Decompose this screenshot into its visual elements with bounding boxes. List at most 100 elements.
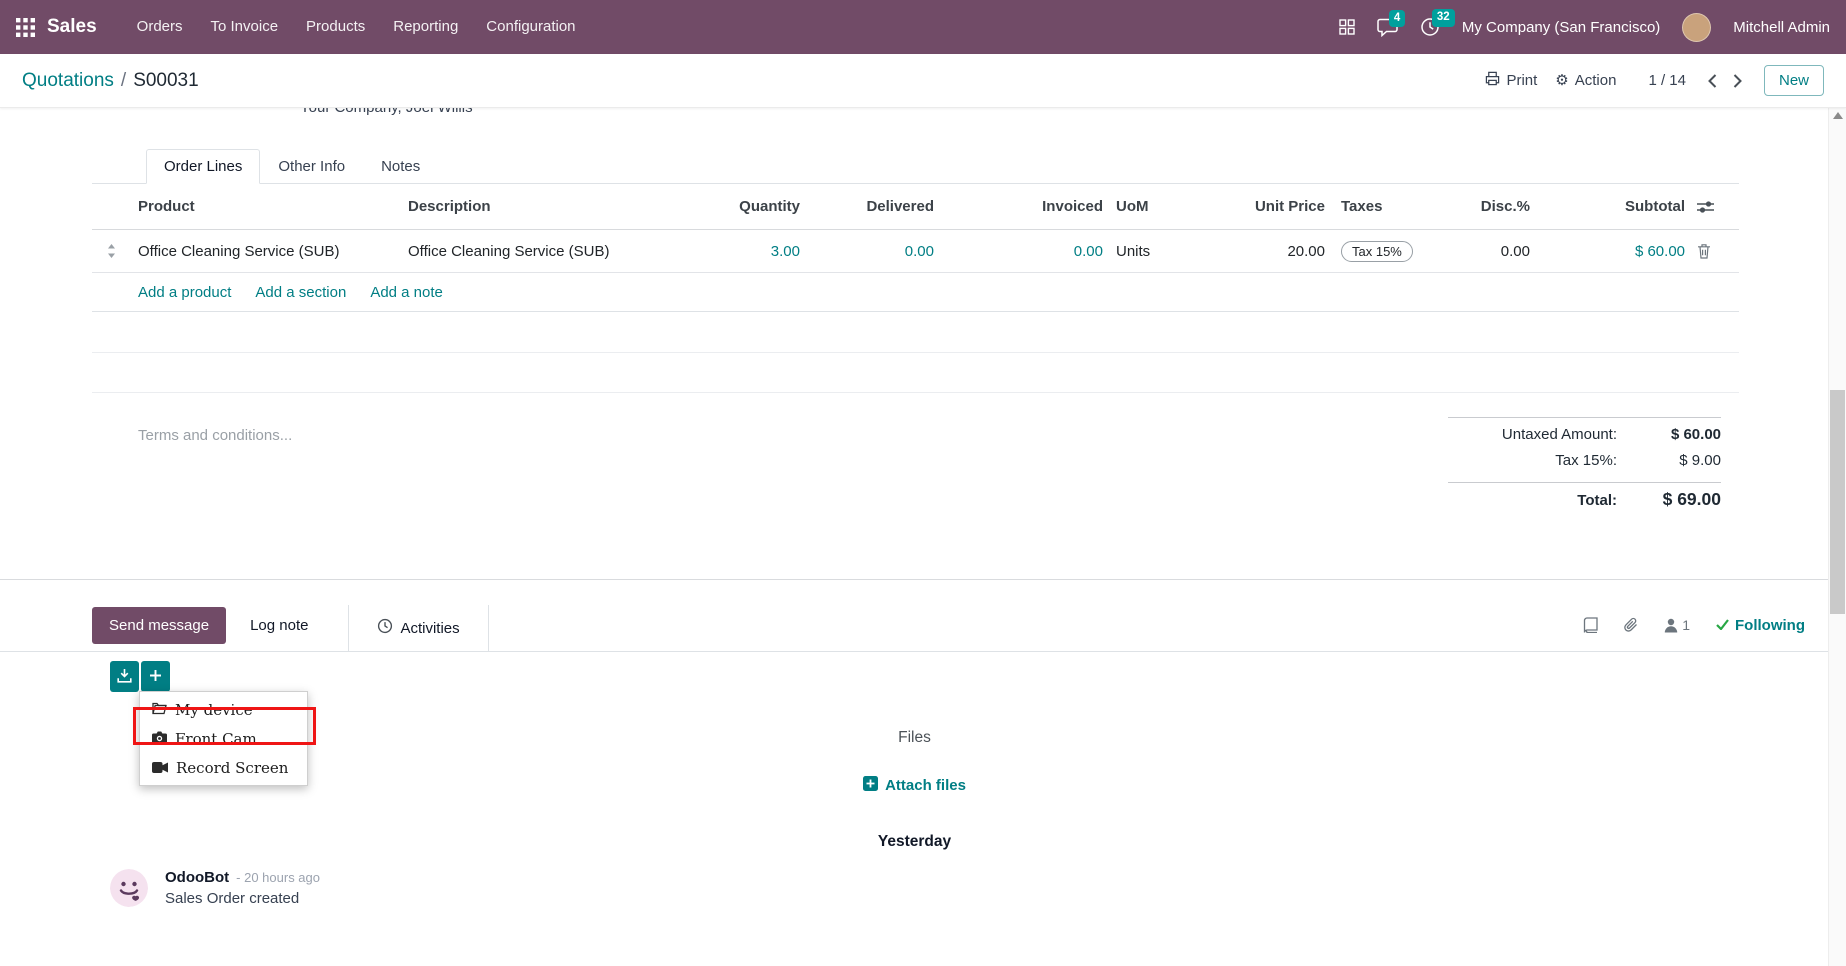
followers-button[interactable]: 1 — [1664, 617, 1690, 633]
new-button[interactable]: New — [1763, 65, 1824, 96]
cell-description[interactable]: Office Cleaning Service (SUB) — [400, 243, 710, 260]
upload-source-menu: My device Front Cam Record Screen — [139, 691, 308, 786]
order-lines-table: Product Description Quantity Delivered I… — [92, 184, 1739, 393]
untaxed-value: $ 60.00 — [1670, 426, 1721, 443]
cell-disc[interactable]: 0.00 — [1435, 243, 1530, 260]
print-button[interactable]: Print — [1485, 71, 1537, 90]
empty-table-row — [92, 353, 1739, 393]
activities-label: Activities — [400, 619, 460, 637]
tab-order-lines[interactable]: Order Lines — [146, 149, 261, 184]
form-content: Your Company, Joel Willis Order Lines Ot… — [0, 108, 1829, 966]
book-icon[interactable] — [1583, 617, 1598, 633]
add-a-section-link[interactable]: Add a section — [255, 284, 346, 301]
cell-subtotal: $ 60.00 — [1634, 242, 1685, 260]
cell-uom[interactable]: Units — [1103, 243, 1200, 260]
menu-orders[interactable]: Orders — [123, 0, 197, 54]
cell-delivered[interactable]: 0.00 — [800, 243, 934, 260]
upload-file-button[interactable] — [110, 661, 139, 692]
navbar-left: Sales Orders To Invoice Products Reporti… — [16, 0, 590, 54]
message-header: OdooBot - 20 hours ago — [165, 869, 320, 886]
tab-notes[interactable]: Notes — [363, 149, 438, 184]
header-taxes: Taxes — [1341, 198, 1383, 215]
untaxed-label: Untaxed Amount: — [1501, 426, 1617, 443]
optional-columns-icon[interactable] — [1685, 200, 1739, 214]
chatter-message: OdooBot - 20 hours ago Sales Order creat… — [110, 869, 1829, 907]
odoo-sales-screen: Sales Orders To Invoice Products Reporti… — [0, 0, 1846, 966]
menu-item-label: Record Screen — [176, 758, 289, 777]
menu-item-label: My device — [175, 700, 253, 719]
clipped-address-line: Your Company, Joel Willis — [0, 108, 1829, 122]
attach-files-label: Attach files — [885, 777, 966, 794]
cell-unit-price[interactable]: 20.00 — [1200, 243, 1325, 260]
previous-record-icon[interactable] — [1708, 73, 1717, 88]
tax-tag[interactable]: Tax 15% — [1341, 240, 1413, 262]
breadcrumb: Quotations / S00031 — [22, 70, 199, 92]
breadcrumb-separator: / — [120, 69, 127, 91]
menu-to-invoice[interactable]: To Invoice — [197, 0, 293, 54]
notebook-tabs: Order Lines Other Info Notes — [92, 148, 1739, 184]
table-header-row: Product Description Quantity Delivered I… — [92, 184, 1739, 230]
message-content: OdooBot - 20 hours ago Sales Order creat… — [165, 869, 320, 907]
breadcrumb-quotations[interactable]: Quotations — [22, 70, 114, 92]
date-separator: Yesterday — [877, 833, 952, 850]
cell-product[interactable]: Office Cleaning Service (SUB) — [130, 243, 400, 260]
activities-clock-icon[interactable]: 32 — [1420, 9, 1455, 37]
header-uom: UoM — [1116, 198, 1149, 215]
tax-value: $ 9.00 — [1679, 452, 1721, 469]
delete-row-icon[interactable] — [1685, 243, 1739, 259]
total-label: Total: — [1577, 492, 1617, 509]
scroll-up-arrow[interactable] — [1833, 112, 1843, 119]
drag-handle-icon[interactable] — [92, 244, 130, 258]
apps-grid-icon[interactable] — [16, 17, 35, 37]
action-button[interactable]: ⚙ Action — [1555, 72, 1616, 89]
header-description: Description — [408, 198, 491, 215]
menu-item-record-screen[interactable]: Record Screen — [140, 753, 307, 782]
header-product: Product — [138, 198, 195, 215]
log-note-button[interactable]: Log note — [234, 607, 324, 644]
header-delivered: Delivered — [866, 198, 934, 215]
activities-button[interactable]: Activities — [348, 605, 489, 651]
odoobot-avatar — [110, 869, 148, 907]
menu-configuration[interactable]: Configuration — [472, 0, 589, 54]
message-timestamp: - 20 hours ago — [236, 870, 320, 885]
add-a-product-link[interactable]: Add a product — [138, 284, 231, 301]
messages-icon[interactable]: 4 — [1377, 9, 1406, 37]
activities-badge: 32 — [1431, 9, 1455, 27]
menu-item-front-cam[interactable]: Front Cam — [140, 724, 307, 753]
totals-block: Untaxed Amount: $ 60.00 Tax 15%: $ 9.00 … — [1448, 417, 1721, 579]
attach-files-link[interactable]: Attach files — [863, 776, 966, 795]
header-invoiced: Invoiced — [1042, 198, 1103, 215]
check-icon — [1716, 617, 1729, 634]
action-label: Action — [1574, 72, 1617, 89]
send-message-button[interactable]: Send message — [92, 606, 227, 644]
print-label: Print — [1506, 72, 1538, 89]
printer-icon — [1485, 71, 1500, 90]
company-switcher[interactable]: My Company (San Francisco) — [1462, 19, 1660, 36]
cell-quantity[interactable]: 3.00 — [710, 243, 800, 260]
vertical-scrollbar[interactable] — [1828, 108, 1846, 966]
tax-row: Tax 15%: $ 9.00 — [1448, 452, 1721, 478]
camera-icon — [152, 730, 167, 748]
cell-taxes[interactable]: Tax 15% — [1325, 240, 1435, 262]
tab-other-info[interactable]: Other Info — [260, 149, 363, 184]
add-attachment-button[interactable] — [141, 661, 170, 692]
chatter-tools: 1 Following — [1583, 617, 1805, 634]
user-avatar[interactable] — [1682, 12, 1712, 42]
download-tray-icon — [117, 668, 132, 686]
cell-invoiced[interactable]: 0.00 — [934, 243, 1103, 260]
menu-reporting[interactable]: Reporting — [379, 0, 472, 54]
terms-placeholder[interactable]: Terms and conditions... — [92, 417, 1448, 579]
paperclip-icon[interactable] — [1624, 617, 1638, 633]
app-name[interactable]: Sales — [47, 16, 97, 38]
menu-item-my-device[interactable]: My device — [140, 695, 307, 724]
control-panel: Quotations / S00031 Print ⚙ Action 1 / 1… — [0, 54, 1846, 108]
plus-square-icon — [863, 776, 879, 795]
next-record-icon[interactable] — [1733, 73, 1742, 88]
video-icon — [152, 759, 168, 777]
scrollbar-thumb[interactable] — [1830, 390, 1845, 614]
user-menu[interactable]: Mitchell Admin — [1733, 19, 1830, 36]
add-a-note-link[interactable]: Add a note — [370, 284, 443, 301]
menu-products[interactable]: Products — [292, 0, 379, 54]
board-icon[interactable] — [1339, 19, 1355, 35]
following-button[interactable]: Following — [1716, 617, 1805, 634]
